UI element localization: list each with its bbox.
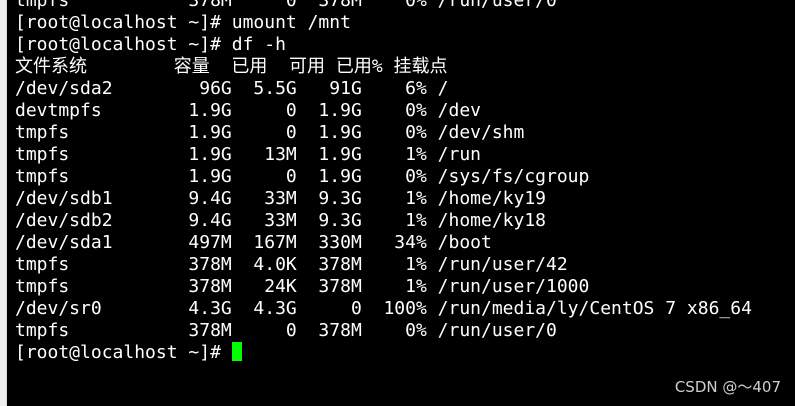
terminal-line: [root@localhost ~]# umount /mnt [15,12,351,33]
watermark: CSDN @～407 [674,378,781,396]
terminal-line: tmpfs 1.9G 0 1.9G 0% /sys/fs/cgroup [15,166,590,187]
terminal-line: tmpfs 378M 0 378M 0% /run/user/0 [15,320,557,341]
terminal-line: /dev/sda2 96G 5.5G 91G 6% / [15,78,449,99]
terminal-line: tmpfs 1.9G 0 1.9G 0% /dev/shm [15,122,525,143]
df-header-line: 文件系统 容量 已用 可用 已用% 挂载点 [15,56,448,77]
terminal-line: tmpfs 1.9G 13M 1.9G 1% /run [15,144,481,165]
shell-prompt: [root@localhost ~]# [15,342,232,363]
terminal-line: tmpfs 378M 24K 378M 1% /run/user/1000 [15,276,590,297]
terminal-line: [root@localhost ~]# df -h [15,34,286,55]
terminal-output: tmpfs 378M 0 378M 0% /run/user/0 [root@l… [15,0,752,364]
terminal-line: /dev/sdb1 9.4G 33M 9.3G 1% /home/ky19 [15,188,547,209]
scrollbar-track[interactable] [0,0,7,406]
terminal-line: tmpfs 378M 0 378M 0% /run/user/0 [15,0,557,11]
prompt-line[interactable]: [root@localhost ~]# [15,342,752,364]
terminal-window[interactable]: tmpfs 378M 0 378M 0% /run/user/0 [root@l… [7,0,795,406]
terminal-line: devtmpfs 1.9G 0 1.9G 0% /dev [15,100,481,121]
text-cursor [231,342,242,361]
terminal-line: /dev/sda1 497M 167M 330M 34% /boot [15,232,492,253]
terminal-line: tmpfs 378M 4.0K 378M 1% /run/user/42 [15,254,568,275]
terminal-line: /dev/sdb2 9.4G 33M 9.3G 1% /home/ky18 [15,210,547,231]
terminal-line: /dev/sr0 4.3G 4.3G 0 100% /run/media/ly/… [15,298,752,319]
